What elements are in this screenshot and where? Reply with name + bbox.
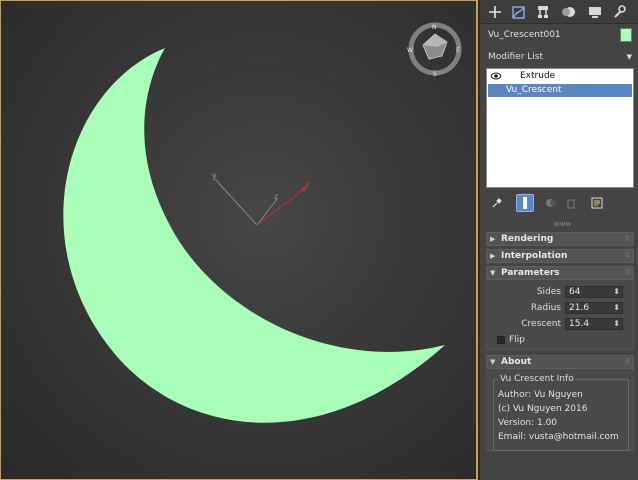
show-end-result-button[interactable] (516, 194, 534, 212)
about-body: Vu Crescent Info Author: Vu Nguyen (c) V… (486, 369, 634, 451)
tab-display[interactable] (584, 2, 606, 22)
tab-utilities[interactable] (608, 2, 630, 22)
about-author: Author: Vu Nguyen (498, 390, 583, 400)
crescent-value: 15.4 (569, 319, 590, 329)
chevron-down-icon: ▼ (490, 269, 496, 277)
viewcube[interactable]: N W E S (407, 21, 463, 77)
stack-item-vu-crescent[interactable]: Vu_Crescent (488, 84, 632, 97)
tab-motion[interactable] (558, 2, 580, 22)
chevron-down-icon: ▼ (490, 358, 496, 366)
x-axis-line (256, 186, 308, 226)
svg-text:E: E (456, 47, 460, 54)
grip-icon: ⠿ (624, 235, 630, 243)
info-group: Vu Crescent Info Author: Vu Nguyen (c) V… (493, 374, 629, 451)
about-version: Version: 1.00 (498, 418, 558, 428)
display-icon (589, 7, 601, 18)
utilities-icon (614, 5, 626, 18)
about-copyright: (c) Vu Nguyen 2016 (498, 404, 588, 414)
sides-spinner[interactable]: 64 ⬍ (565, 286, 623, 298)
modifier-stack[interactable]: Extrude Vu_Crescent (486, 68, 634, 188)
svg-text:W: W (407, 47, 413, 54)
rollout-title: Interpolation (501, 251, 568, 261)
rollout-rendering[interactable]: ▶ Rendering ⠿ (486, 232, 634, 246)
modifier-list-label: Modifier List (488, 52, 543, 62)
modify-icon (512, 6, 525, 19)
sides-value: 64 (569, 287, 581, 297)
crescent-label: Crescent (521, 319, 561, 329)
about-email: Email: vusta@hotmail.com (498, 432, 619, 442)
radius-value: 21.6 (569, 303, 590, 313)
grip-icon: ⠿ (624, 358, 630, 366)
tab-create[interactable] (484, 2, 506, 22)
object-color-swatch[interactable] (620, 28, 632, 42)
spinner-arrows-icon[interactable]: ⬍ (613, 286, 620, 297)
svg-text:S: S (433, 71, 437, 77)
tab-hierarchy[interactable] (532, 2, 554, 22)
spinner-arrows-icon[interactable]: ⬍ (613, 318, 620, 329)
remove-modifier-button[interactable] (562, 194, 580, 212)
rollout-about[interactable]: ▼ About ⠿ (486, 355, 634, 369)
command-panel-tabs (480, 0, 638, 24)
parameters-body: Sides 64 ⬍ Radius 21.6 ⬍ Crescent 15.4 ⬍ Fl… (486, 280, 634, 350)
rollout-title: Parameters (501, 268, 560, 278)
modifier-list-dropdown[interactable]: Modifier List ▼ (486, 50, 634, 64)
group-title: Vu Crescent Info (498, 374, 576, 384)
rollout-title: Rendering (501, 234, 554, 244)
radius-spinner[interactable]: 21.6 ⬍ (565, 302, 623, 314)
command-panel: Vu_Crescent001 Modifier List ▼ Extrude V… (480, 0, 638, 480)
perspective-viewport[interactable]: y z x N W E S (0, 0, 478, 480)
object-name-field[interactable]: Vu_Crescent001 (486, 28, 614, 42)
x-axis-label: x (305, 180, 310, 189)
grip-icon: ⠿ (624, 252, 630, 260)
spinner-arrows-icon[interactable]: ⬍ (613, 302, 620, 313)
y-axis-label: y (212, 171, 217, 180)
motion-icon (562, 7, 575, 17)
pin-icon (492, 198, 502, 208)
panel-divider[interactable]: www (554, 221, 571, 228)
stack-item-extrude[interactable]: Extrude (488, 70, 632, 83)
flip-checkbox[interactable] (497, 336, 505, 344)
rollout-parameters[interactable]: ▼ Parameters ⠿ (486, 266, 634, 280)
eye-icon[interactable] (490, 71, 502, 81)
make-unique-button[interactable] (542, 194, 560, 212)
rollout-interpolation[interactable]: ▶ Interpolation ⠿ (486, 249, 634, 263)
pin-stack-button[interactable] (488, 194, 506, 212)
make-unique-icon (546, 199, 556, 207)
stack-item-label: Vu_Crescent (506, 85, 562, 95)
tab-modify[interactable] (508, 2, 530, 22)
svg-text:N: N (432, 24, 437, 31)
stack-item-label: Extrude (520, 71, 556, 81)
rollout-title: About (501, 357, 532, 367)
create-icon (489, 6, 501, 18)
stack-toolbar (486, 194, 634, 214)
crescent-shape[interactable] (63, 48, 446, 423)
chevron-down-icon: ▼ (626, 53, 632, 61)
radius-label: Radius (530, 303, 561, 313)
trash-icon (567, 199, 575, 209)
sides-label: Sides (536, 287, 561, 297)
chevron-right-icon: ▶ (490, 252, 496, 260)
flip-label: Flip (509, 335, 525, 345)
end-result-icon (523, 197, 527, 209)
y-axis-line (214, 178, 258, 226)
crescent-spinner[interactable]: 15.4 ⬍ (565, 318, 623, 330)
grip-icon: ⠿ (624, 269, 630, 277)
configure-icon (591, 197, 603, 209)
chevron-right-icon: ▶ (490, 235, 496, 243)
z-axis-label: z (274, 192, 278, 201)
configure-modifier-sets-button[interactable] (588, 194, 606, 212)
hierarchy-icon (538, 6, 548, 18)
